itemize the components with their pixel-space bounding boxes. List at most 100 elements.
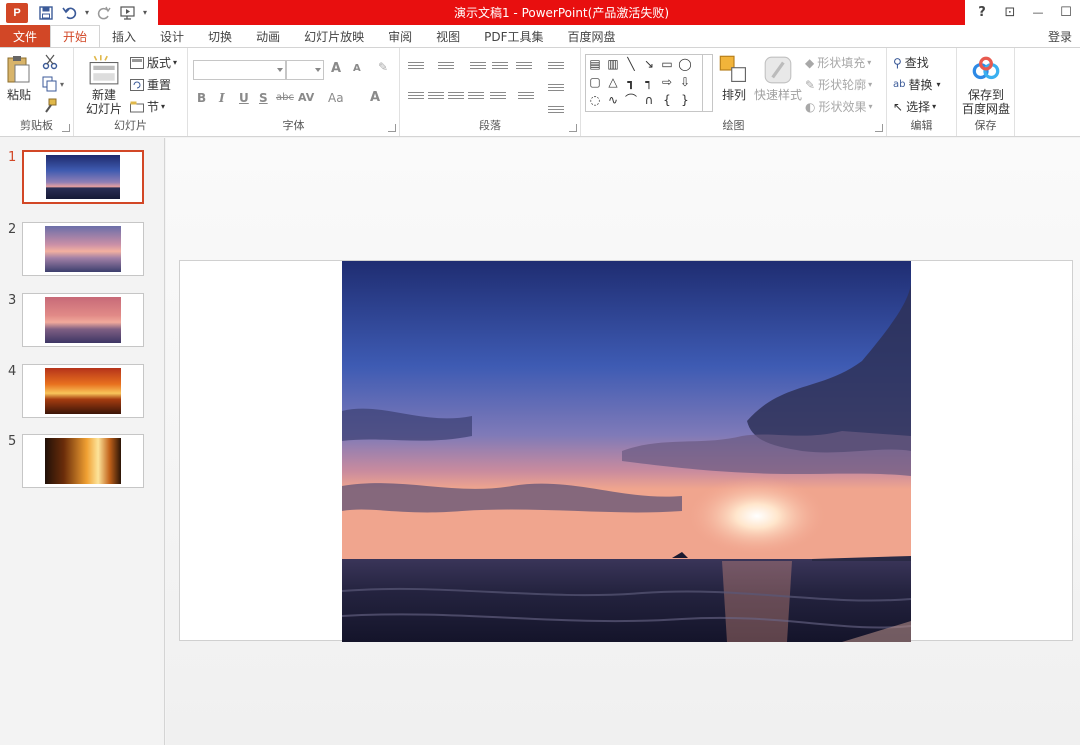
arc-shape-icon[interactable]: ⌒ [624,94,638,106]
thumbnail-frame[interactable] [22,222,144,276]
columns-icon[interactable] [548,62,564,74]
thumbnail-frame[interactable] [22,434,144,488]
align-left-icon[interactable] [408,92,424,104]
help-button[interactable]: ? [968,0,996,25]
quick-styles-button[interactable]: 快速样式 [753,54,803,102]
elbow-arrow-shape-icon[interactable]: ┑ [642,76,656,88]
thumbnail-frame[interactable] [22,150,144,204]
arrange-button[interactable]: 排列 [717,54,751,102]
change-case-button[interactable]: Aa [328,91,344,105]
customize-qat-icon[interactable]: ▾ [140,2,150,24]
tab-design[interactable]: 设计 [148,25,196,47]
down-arrow-shape-icon[interactable]: ⇩ [678,76,692,88]
align-right-icon[interactable] [448,92,464,104]
line-spacing-icon[interactable] [516,62,532,74]
left-brace-shape-icon[interactable]: { [660,94,674,106]
textbox-shape-icon[interactable]: ▤ [588,58,602,70]
shape-fill-button[interactable]: ◆ 形状填充 ▾ [805,54,871,71]
undo-icon[interactable] [58,2,82,24]
shape-outline-button[interactable]: ✎ 形状轮廓 ▾ [805,76,872,93]
layout-button[interactable]: 版式 ▾ [130,54,177,71]
maximize-button[interactable]: ☐ [1052,0,1080,25]
pen-icon: ✎ [805,77,816,92]
curve-shape-icon[interactable]: ∩ [642,94,656,106]
shapes-gallery[interactable]: ▤ ▥ ╲ ↘ ▭ ◯ ▢ △ ┓ ┑ ⇨ ⇩ ◌ ∿ ⌒ ∩ { } [585,54,713,112]
align-text-icon[interactable] [518,92,534,104]
justify-icon[interactable] [468,92,484,104]
shape-outline-label: 形状轮廓 [818,78,867,92]
undo-dropdown-icon[interactable]: ▾ [82,2,92,24]
align-center-icon[interactable] [428,92,444,104]
tab-pdf-tools[interactable]: PDF工具集 [472,25,555,47]
arrow-line-shape-icon[interactable]: ↘ [642,58,656,70]
new-slide-button[interactable]: 新建 幻灯片 [80,54,128,116]
ribbon-display-options-button[interactable]: ⊡ [996,0,1024,25]
tab-slideshow[interactable]: 幻灯片放映 [292,25,376,47]
reset-button[interactable]: 重置 [130,76,171,93]
distribute-icon[interactable] [490,92,506,104]
numbering-icon[interactable] [438,62,454,74]
bold-button[interactable]: B [197,91,206,105]
format-painter-button[interactable] [42,98,58,114]
font-size-box[interactable] [286,60,324,80]
clear-formatting-icon[interactable]: ✎ [378,60,388,74]
paste-button[interactable]: 粘贴 [4,54,34,102]
tab-transitions[interactable]: 切换 [196,25,244,47]
underline-button[interactable]: U [239,91,249,105]
replace-button[interactable]: ab 替换 ▾ [893,76,941,93]
tab-view[interactable]: 视图 [424,25,472,47]
save-icon[interactable] [34,2,58,24]
minimize-button[interactable]: — [1024,0,1052,25]
increase-indent-icon[interactable] [492,62,508,74]
grow-font-button[interactable]: A [331,61,341,76]
right-arrow-shape-icon[interactable]: ⇨ [660,76,674,88]
bullets-icon[interactable] [408,62,424,74]
scribble-shape-icon[interactable]: ∿ [606,94,620,106]
oval-shape-icon[interactable]: ◯ [678,58,692,70]
shape-effects-label: 形状效果 [818,100,867,114]
freeform-shape-icon[interactable]: ◌ [588,94,602,106]
character-spacing-button[interactable]: AV [298,91,314,104]
redo-icon[interactable] [92,2,116,24]
text-direction-icon[interactable] [548,84,564,96]
rounded-rect-shape-icon[interactable]: ▢ [588,76,602,88]
line-shape-icon[interactable]: ╲ [624,58,638,70]
italic-button[interactable]: I [219,91,225,105]
right-brace-shape-icon[interactable]: } [678,94,692,106]
tab-insert[interactable]: 插入 [100,25,148,47]
gallery-scroll[interactable] [702,55,712,111]
shadow-button[interactable]: S [259,91,268,105]
save-to-baidu-button[interactable]: 保存到 百度网盘 [961,54,1011,116]
copy-button[interactable]: ▾ [42,76,64,92]
shape-effects-button[interactable]: ◐ 形状效果 ▾ [805,98,873,115]
clipboard-launcher-icon[interactable] [62,124,70,132]
find-button[interactable]: ⚲ 查找 [893,54,929,71]
tab-review[interactable]: 审阅 [376,25,424,47]
font-name-box[interactable] [193,60,286,80]
slide-sunset-photo[interactable] [342,261,911,642]
tab-file[interactable]: 文件 [0,25,50,47]
tab-baidu-netdisk[interactable]: 百度网盘 [556,25,628,47]
strikethrough-button[interactable]: abc [276,92,294,103]
font-color-button[interactable]: A [370,90,380,105]
vertical-textbox-shape-icon[interactable]: ▥ [606,58,620,70]
paragraph-launcher-icon[interactable] [569,124,577,132]
tab-home[interactable]: 开始 [50,25,101,47]
font-launcher-icon[interactable] [388,124,396,132]
thumbnail-frame[interactable] [22,364,144,418]
rectangle-shape-icon[interactable]: ▭ [660,58,674,70]
tab-animations[interactable]: 动画 [244,25,292,47]
shrink-font-button[interactable]: A [353,63,361,74]
login-link[interactable]: 登录 [1048,25,1072,47]
elbow-connector-shape-icon[interactable]: ┓ [624,76,638,88]
slide-number: 3 [8,293,17,308]
select-button[interactable]: ↖ 选择 ▾ [893,98,936,115]
start-from-beginning-icon[interactable] [116,2,140,24]
thumbnail-frame[interactable] [22,293,144,347]
cut-button[interactable] [42,54,58,70]
current-slide[interactable] [179,260,1073,642]
section-button[interactable]: 节 ▾ [130,98,165,115]
triangle-shape-icon[interactable]: △ [606,76,620,88]
decrease-indent-icon[interactable] [470,62,486,74]
drawing-launcher-icon[interactable] [875,124,883,132]
